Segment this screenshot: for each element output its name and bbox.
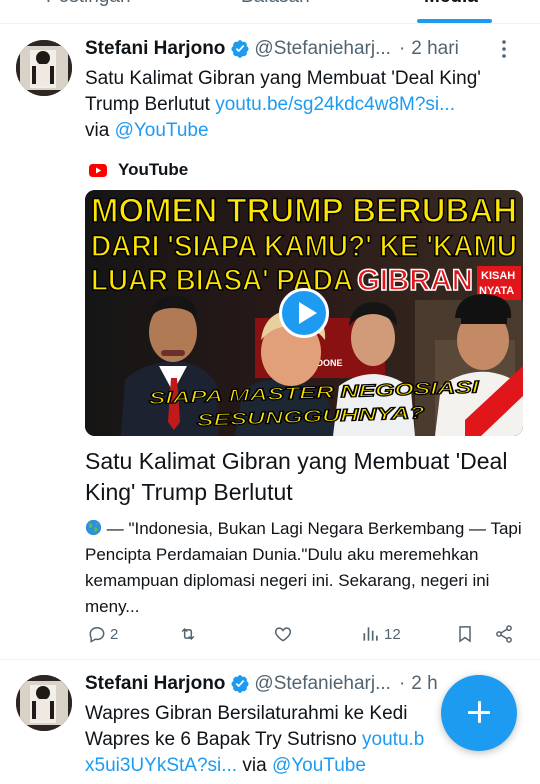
tab-media[interactable]: Media	[424, 0, 478, 8]
thumb-gibran: GIBRAN	[357, 264, 473, 297]
via-text: via	[85, 120, 115, 141]
timestamp[interactable]: 2 hari	[411, 38, 459, 60]
bookmark-button[interactable]	[455, 624, 475, 644]
card-description-text: — "Indonesia, Bukan Lagi Negara Berkemba…	[85, 519, 522, 616]
reply-count: 2	[110, 625, 119, 643]
share-button[interactable]	[494, 624, 514, 644]
card-source-name: YouTube	[118, 160, 189, 179]
avatar[interactable]	[16, 675, 72, 731]
tweet[interactable]: Stefani Harjono @Stefanieharj... · 2 har…	[0, 24, 540, 660]
verified-badge-icon	[231, 40, 249, 58]
author-handle[interactable]: @Stefanieharj...	[254, 38, 391, 60]
avatar[interactable]	[16, 40, 72, 96]
play-icon[interactable]	[279, 288, 329, 338]
mention-link[interactable]: @YouTube	[272, 755, 366, 776]
via-text: via	[237, 755, 272, 776]
profile-tabs: Postingan Balasan Media	[0, 0, 540, 24]
compose-button[interactable]	[441, 675, 517, 751]
share-icon	[496, 625, 512, 643]
tweet-header: Stefani Harjono @Stefanieharj... · 2 har…	[85, 36, 525, 62]
video-thumbnail[interactable]: NEANK INDONE MOMEN TRUMP BERUBAH DARI 'S…	[85, 190, 523, 436]
card-source: YouTube	[85, 158, 525, 182]
tab-active-indicator	[417, 19, 492, 23]
like-button[interactable]	[273, 624, 296, 644]
tweet-text: Satu Kalimat Gibran yang Membuat 'Deal K…	[85, 66, 525, 144]
more-options-icon[interactable]	[493, 38, 515, 60]
tweet-text-line-2: Wapres ke 6 Bapak Try Sutrisno	[85, 729, 363, 750]
verified-badge-icon	[231, 675, 249, 693]
repost-icon	[181, 627, 195, 641]
mention-link[interactable]: @YouTube	[115, 120, 209, 141]
tweet-link-cont[interactable]: x5ui3UYkStA?si...	[85, 755, 237, 776]
separator: ·	[398, 673, 406, 694]
card-title[interactable]: Satu Kalimat Gibran yang Membuat 'Deal K…	[85, 446, 525, 508]
youtube-icon	[89, 163, 107, 177]
views-count: 12	[384, 625, 401, 643]
tweet-link[interactable]: youtu.be/sg24kdc4w8M?si...	[215, 94, 455, 115]
views-icon	[363, 627, 378, 641]
thumb-line-1: MOMEN TRUMP BERUBAH	[91, 192, 517, 230]
heart-icon	[274, 627, 292, 642]
thumb-badge-1: KISAH	[481, 270, 515, 282]
tweet-actions: 2 12	[85, 624, 525, 648]
tweet-text-line-1: Wapres Gibran Bersilaturahmi ke Kedi	[85, 703, 408, 724]
tweet-content: Stefani Harjono @Stefanieharj... · 2 har…	[85, 36, 525, 620]
bookmark-icon	[459, 626, 471, 643]
tab-posts[interactable]: Postingan	[46, 0, 131, 8]
tweet-link[interactable]: youtu.b	[362, 729, 424, 750]
repost-button[interactable]	[178, 624, 201, 644]
separator: ·	[398, 38, 406, 59]
globe-icon	[85, 519, 102, 536]
card-description: — "Indonesia, Bukan Lagi Negara Berkemba…	[85, 516, 525, 620]
author-name[interactable]: Stefani Harjono	[85, 673, 225, 695]
thumb-line-2: DARI 'SIAPA KAMU?' KE 'KAMU	[91, 230, 517, 263]
reply-button[interactable]: 2	[87, 624, 118, 644]
author-name[interactable]: Stefani Harjono	[85, 38, 225, 60]
reply-icon	[89, 627, 105, 643]
views-button[interactable]: 12	[361, 624, 401, 644]
author-handle[interactable]: @Stefanieharj...	[254, 673, 391, 695]
timestamp[interactable]: 2 h	[411, 673, 437, 695]
tab-replies[interactable]: Balasan	[241, 0, 310, 8]
